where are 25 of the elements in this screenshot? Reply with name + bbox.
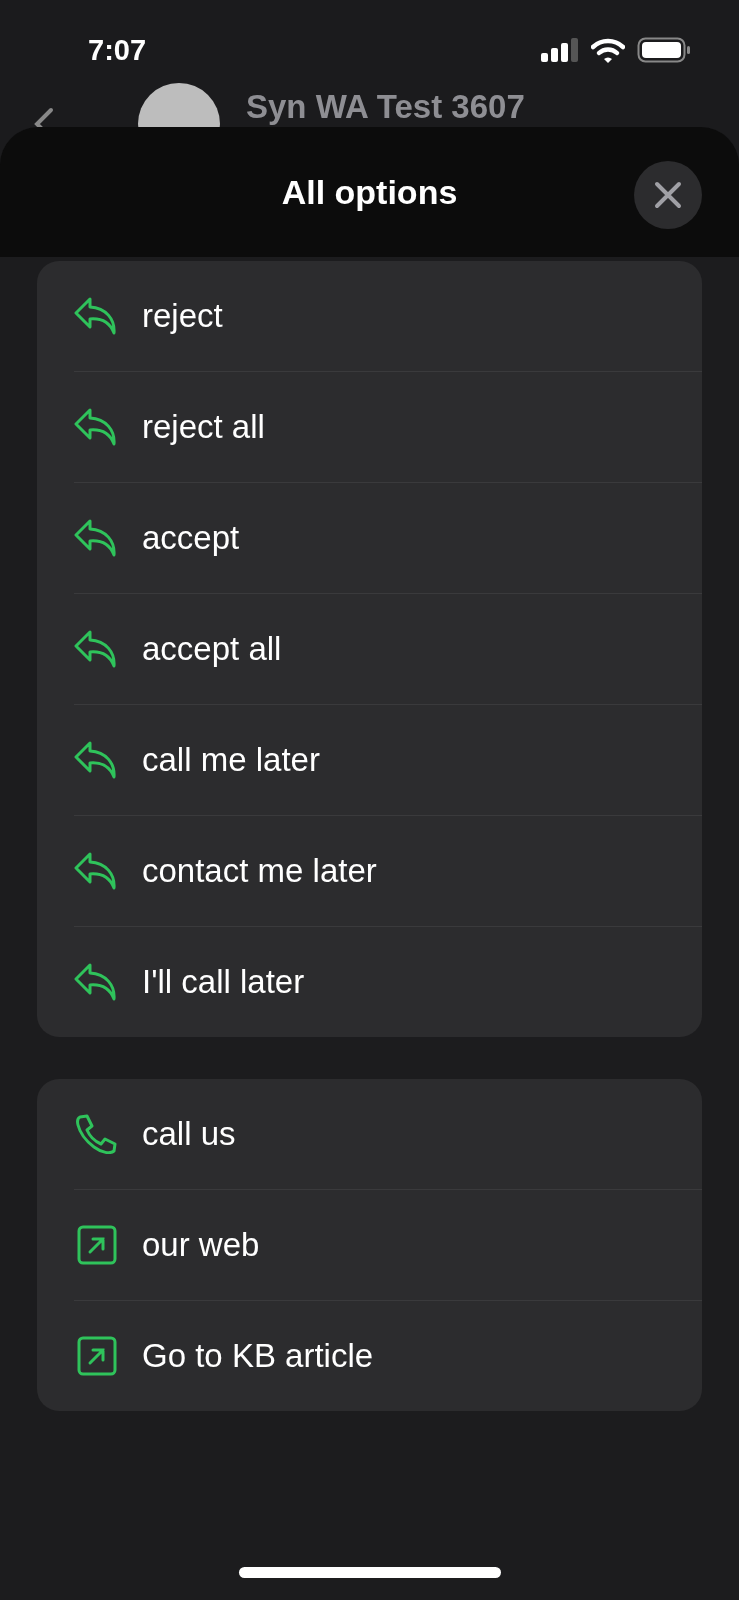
option-item[interactable]: reject [74,261,702,372]
phone-icon [74,1114,118,1154]
option-item[interactable]: reject all [74,372,702,483]
wifi-icon [591,37,625,63]
option-item[interactable]: Go to KB article [74,1301,702,1411]
option-item[interactable]: our web [74,1190,702,1301]
reply-arrow-icon [74,297,118,335]
option-item[interactable]: call me later [74,705,702,816]
status-time: 7:07 [88,33,147,67]
reply-arrow-icon [74,630,118,668]
reply-arrow-icon [74,408,118,446]
option-item[interactable]: accept [74,483,702,594]
reply-arrow-icon [74,963,118,1001]
option-item[interactable]: call us [74,1079,702,1190]
reply-arrow-icon [74,519,118,557]
option-item[interactable]: contact me later [74,816,702,927]
close-icon [654,181,682,209]
reply-arrow-icon [74,852,118,890]
option-item[interactable]: accept all [74,594,702,705]
option-item[interactable]: I'll call later [74,927,702,1037]
battery-icon [637,37,691,63]
chat-title: Syn WA Test 3607 [246,88,525,126]
signal-icon [541,38,579,62]
sheet-title: All options [281,172,458,212]
reply-arrow-icon [74,741,118,779]
